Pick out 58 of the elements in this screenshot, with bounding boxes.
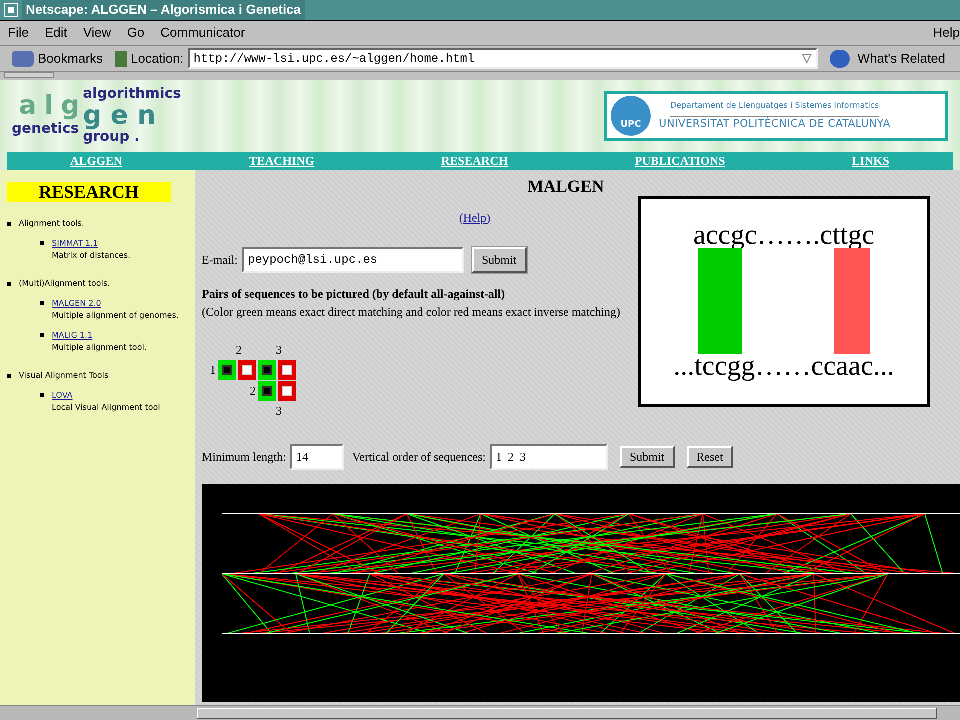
help-link[interactable]: (Help) [459,210,491,224]
min-length-label: Minimum length: [202,449,286,466]
related-button[interactable]: What's Related [858,48,946,68]
collapsed-toolbar-handle[interactable] [4,72,54,78]
column-number: 3 [275,403,283,420]
dropdown-icon[interactable] [802,54,812,64]
menu-item[interactable]: Help [933,23,960,43]
bookmarks-button[interactable]: Bookmarks [38,48,104,68]
email-label: E-mail: [202,252,238,269]
menu-item[interactable]: Edit [44,23,68,43]
column-number: 2 [235,342,243,359]
figure-text: ...tccgg……ccaac... [674,350,894,384]
pairs-heading: Pairs of sequences to be pictured (by default all-against-all) [202,286,506,303]
tool-description: Local Visual Alignment tool [52,402,160,414]
reset-button[interactable]: Reset [686,446,734,468]
horizontal-scrollbar[interactable] [0,705,960,720]
pairs-note: (Color green means exact direct matching and color red means exact inverse matching) [202,304,622,321]
pair-checkbox[interactable] [262,386,272,396]
order-label: Vertical order of sequences: [352,449,486,466]
menu-item[interactable]: Go [127,23,145,43]
section-label: Visual Alignment Tools [19,370,109,382]
tool-link[interactable]: SIMMAT 1.1 [52,238,98,250]
section-label: (Multi)Alignment tools. [19,278,110,290]
bullet-icon [40,333,44,337]
order-field[interactable]: 1 2 3 [490,444,608,470]
location-field[interactable]: http://www-lsi.upc.es/~alggen/home.html [188,48,818,69]
university-logo: UPC Departament de Llenguatges i Sistemes Informatics UNIVERSITAT POLITÈCNICA DE CATALUNYA [604,91,948,141]
row-number: 1 [210,362,216,379]
tool-link[interactable]: LOVA [52,390,73,402]
menu-item[interactable]: View [83,23,112,43]
tool-description: Multiple alignment tool. [52,342,147,354]
bullet-icon [7,222,11,226]
submit-button[interactable]: Submit [472,247,527,273]
window-menu-icon[interactable] [4,3,18,17]
row-number: 2 [250,383,256,400]
figure-text: accgc…….cttgc [693,218,875,252]
sidebar-title: RESEARCH [7,182,171,202]
tool-link[interactable]: MALIG 1.1 [52,330,93,342]
email-field[interactable]: peypoch@lsi.upc.es [242,247,464,273]
tool-link[interactable]: MALGEN 2.0 [52,298,102,310]
bullet-icon [7,282,11,286]
pair-checkbox[interactable] [262,365,272,375]
tool-description: Matrix of distances. [52,250,131,262]
submit-button[interactable]: Submit [620,446,675,468]
bullet-icon [40,393,44,397]
bullet-icon [40,241,44,245]
bullet-icon [40,301,44,305]
window-title: Netscape: ALGGEN – Algorismica i Genetica [22,0,306,20]
menu-item[interactable]: Communicator [160,23,246,43]
page-title: MALGEN [528,176,604,198]
pair-checkbox[interactable] [222,365,232,375]
min-length-field[interactable]: 14 [290,444,344,470]
section-label: Alignment tools. [19,218,84,230]
column-number: 3 [275,342,283,359]
bullet-icon [7,374,11,378]
tool-description: Multiple alignment of genomes. [52,310,179,322]
location-label: Location: [131,50,184,68]
menu-item[interactable]: File [8,23,29,43]
